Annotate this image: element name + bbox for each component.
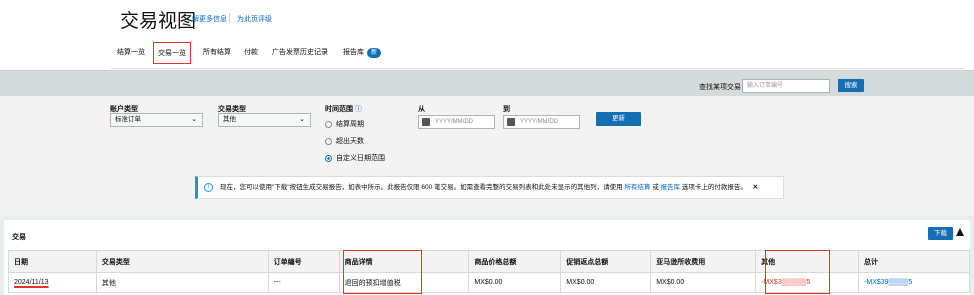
info-banner: i 现在，您可以使用"下载"按钮生成交易报告，如表中所示。此报告仅限 600 笔…	[195, 176, 784, 199]
info-or: 或	[652, 184, 659, 191]
info-icon: i	[204, 183, 213, 192]
date-value: 2024/11/13	[14, 279, 49, 286]
transactions-panel: 交易 下载 日期 交易类型 订单编号 商品详情 商品价格总额 促销返点总额 亚马…	[4, 220, 970, 295]
calendar-icon	[422, 118, 430, 126]
time-range-label: 时间范围 ⓘ	[325, 104, 362, 114]
radio-past-days[interactable]: 超出天数	[325, 136, 364, 146]
col-order: 订单编号	[267, 250, 340, 273]
time-range-label-text: 时间范围	[325, 106, 353, 113]
to-date-input[interactable]: YYYY/MM/DD	[503, 115, 580, 129]
order-search-input[interactable]: 输入订单编号	[742, 79, 830, 93]
from-label: 从	[418, 106, 425, 113]
col-type: 交易类型	[95, 250, 269, 273]
cell-date: 2024/11/13	[8, 272, 97, 293]
to-date-placeholder: YYYY/MM/DD	[520, 119, 559, 125]
search-button[interactable]: 搜索	[838, 79, 864, 92]
update-button[interactable]: 更新	[596, 112, 641, 126]
col-price-total: 商品价格总额	[468, 250, 562, 273]
header-area: 交易视图 了解更多信息 为此页评级 结算一览 交易一览 所有结算 付款 广告发票…	[0, 0, 974, 70]
from-date-placeholder: YYYY/MM/DD	[435, 119, 474, 125]
calendar-icon	[507, 118, 515, 126]
tab-reports-repository[interactable]: 报告库新	[339, 42, 385, 64]
tab-all-statements[interactable]: 所有结算	[199, 42, 235, 64]
tab-ad-invoice-history[interactable]: 广告发票历史记录	[268, 42, 332, 64]
cell-order: ---	[267, 272, 340, 293]
chevron-down-icon: ⌄	[191, 116, 197, 123]
to-label: 到	[503, 106, 510, 113]
divider	[229, 13, 230, 23]
tab-settlement-summary[interactable]: 结算一览	[113, 42, 149, 64]
tab-bar-line	[111, 68, 964, 69]
radio-dot-selected	[325, 154, 332, 162]
col-date: 日期	[8, 250, 97, 273]
highlight-box-other	[765, 250, 830, 294]
transaction-type-select[interactable]: 其他 ⌄	[218, 113, 311, 127]
reports-repository-link[interactable]: 报告库	[661, 184, 681, 191]
cell-price-total: MX$0.00	[468, 272, 562, 293]
cell-type: 其他	[95, 272, 269, 293]
radio-label: 超出天数	[336, 138, 364, 145]
close-icon[interactable]: ✕	[753, 184, 758, 191]
learn-more-link[interactable]: 了解更多信息	[185, 14, 227, 24]
radio-label: 结算周期	[336, 121, 364, 128]
account-type-value: 标准订单	[115, 116, 141, 123]
collapse-icon[interactable]	[956, 228, 964, 236]
chevron-down-icon: ⌄	[299, 116, 305, 123]
transaction-type-value: 其他	[223, 116, 236, 123]
highlight-box-detail	[343, 250, 422, 294]
account-type-select[interactable]: 标准订单 ⌄	[110, 113, 203, 127]
col-promo-total: 促销返点总额	[560, 250, 652, 273]
radio-dot	[325, 120, 332, 128]
search-label: 查找某项交易	[699, 84, 741, 91]
transactions-title: 交易	[12, 234, 26, 241]
info-text: 现在，您可以使用"下载"按钮生成交易报告，如表中所示。此报告仅限 600 笔交易…	[220, 184, 623, 191]
tab-payments[interactable]: 付款	[240, 42, 262, 64]
cell-total[interactable]: -MX$39▒▒▒▒5	[858, 272, 970, 293]
rate-page-link[interactable]: 为此页评级	[237, 14, 272, 24]
radio-custom-range[interactable]: 自定义日期范围	[325, 153, 385, 163]
all-statements-link[interactable]: 所有结算	[624, 184, 650, 191]
radio-dot	[325, 137, 332, 145]
radio-settlement-period[interactable]: 结算周期	[325, 119, 364, 129]
radio-label: 自定义日期范围	[336, 155, 385, 162]
search-bar: 查找某项交易 输入订单编号 搜索	[0, 70, 974, 96]
tab-transaction-view[interactable]: 交易一览	[153, 42, 191, 64]
from-date-input[interactable]: YYYY/MM/DD	[418, 115, 495, 129]
col-amazon-fees: 亚马逊所收费用	[650, 250, 757, 273]
help-icon[interactable]: ⓘ	[355, 106, 362, 113]
tab-reports-label: 报告库	[343, 49, 364, 56]
cell-amazon-fees: MX$0.00	[650, 272, 757, 293]
download-button[interactable]: 下载	[928, 227, 953, 240]
info-suffix: 选项卡上的付款报告。	[681, 184, 747, 191]
new-badge: 新	[367, 48, 382, 58]
cell-promo-total: MX$0.00	[560, 272, 652, 293]
col-total: 总计	[858, 250, 970, 273]
